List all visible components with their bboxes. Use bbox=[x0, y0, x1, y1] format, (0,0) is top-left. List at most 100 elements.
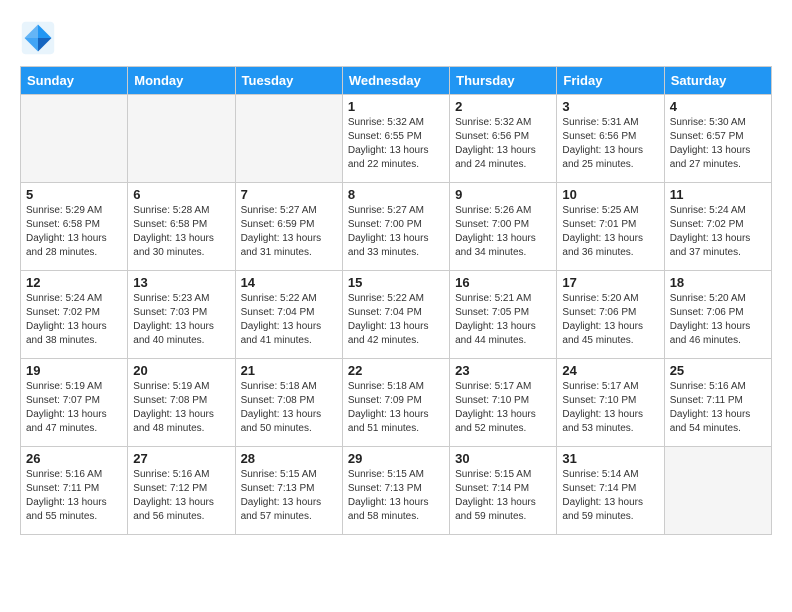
calendar-cell: 26Sunrise: 5:16 AMSunset: 7:11 PMDayligh… bbox=[21, 447, 128, 535]
day-number: 10 bbox=[562, 187, 658, 202]
day-info: Sunrise: 5:26 AMSunset: 7:00 PMDaylight:… bbox=[455, 204, 551, 260]
day-number: 7 bbox=[241, 187, 337, 202]
day-info: Sunrise: 5:22 AMSunset: 7:04 PMDaylight:… bbox=[241, 292, 337, 348]
day-number: 3 bbox=[562, 99, 658, 114]
calendar-cell: 24 Sunrise: 5:17 AMSunset: 7:10 PMDayligh… bbox=[557, 359, 664, 447]
day-info: Sunrise: 5:21 AMSunset: 7:05 PMDaylight:… bbox=[455, 292, 551, 348]
calendar-cell: 8 Sunrise: 5:27 AMSunset: 7:00 PMDaylight… bbox=[342, 183, 449, 271]
calendar-cell: 17 Sunrise: 5:20 AMSunset: 7:06 PMDayligh… bbox=[557, 271, 664, 359]
day-info: Sunrise: 5:16 AMSunset: 7:11 PMDaylight:… bbox=[670, 380, 766, 436]
day-info: Sunrise: 5:20 AMSunset: 7:06 PMDaylight:… bbox=[562, 292, 658, 348]
day-number: 27 bbox=[133, 451, 229, 466]
calendar-cell: 6Sunrise: 5:28 AMSunset: 6:58 PMDaylight… bbox=[128, 183, 235, 271]
calendar-cell: 15 Sunrise: 5:22 AMSunset: 7:04 PMDayligh… bbox=[342, 271, 449, 359]
day-info: Sunrise: 5:19 AMSunset: 7:07 PMDaylight:… bbox=[26, 380, 122, 436]
day-number: 5 bbox=[26, 187, 122, 202]
day-header-wednesday: Wednesday bbox=[342, 67, 449, 95]
calendar-cell: 12 Sunrise: 5:24 AMSunset: 7:02 PMDayligh… bbox=[21, 271, 128, 359]
day-info: Sunrise: 5:24 AMSunset: 7:02 PMDaylight:… bbox=[26, 292, 122, 348]
day-number: 1 bbox=[348, 99, 444, 114]
day-info: Sunrise: 5:17 AMSunset: 7:10 PMDaylight:… bbox=[562, 380, 658, 436]
day-info: Sunrise: 5:32 AMSunset: 6:56 PMDaylight:… bbox=[455, 116, 551, 172]
day-info: Sunrise: 5:31 AMSunset: 6:56 PMDaylight:… bbox=[562, 116, 658, 172]
day-header-sunday: Sunday bbox=[21, 67, 128, 95]
day-info: Sunrise: 5:15 AMSunset: 7:14 PMDaylight:… bbox=[455, 468, 551, 524]
calendar-cell: 21 Sunrise: 5:18 AMSunset: 7:08 PMDayligh… bbox=[235, 359, 342, 447]
day-info: Sunrise: 5:15 AMSunset: 7:13 PMDaylight:… bbox=[348, 468, 444, 524]
day-info: Sunrise: 5:20 AMSunset: 7:06 PMDaylight:… bbox=[670, 292, 766, 348]
day-info: Sunrise: 5:18 AMSunset: 7:08 PMDaylight:… bbox=[241, 380, 337, 436]
day-info: Sunrise: 5:15 AMSunset: 7:13 PMDaylight:… bbox=[241, 468, 337, 524]
day-number: 17 bbox=[562, 275, 658, 290]
day-info: Sunrise: 5:18 AMSunset: 7:09 PMDaylight:… bbox=[348, 380, 444, 436]
calendar-cell: 1 Sunrise: 5:32 AMSunset: 6:55 PMDaylight… bbox=[342, 95, 449, 183]
day-info: Sunrise: 5:25 AMSunset: 7:01 PMDaylight:… bbox=[562, 204, 658, 260]
calendar-cell: 18 Sunrise: 5:20 AMSunset: 7:06 PMDayligh… bbox=[664, 271, 771, 359]
calendar-cell: 9 Sunrise: 5:26 AMSunset: 7:00 PMDaylight… bbox=[450, 183, 557, 271]
logo bbox=[20, 20, 60, 56]
day-number: 4 bbox=[670, 99, 766, 114]
day-number: 16 bbox=[455, 275, 551, 290]
calendar-cell: 7 Sunrise: 5:27 AMSunset: 6:59 PMDaylight… bbox=[235, 183, 342, 271]
day-header-friday: Friday bbox=[557, 67, 664, 95]
day-number: 8 bbox=[348, 187, 444, 202]
day-number: 25 bbox=[670, 363, 766, 378]
calendar-cell: 27 Sunrise: 5:16 AMSunset: 7:12 PMDayligh… bbox=[128, 447, 235, 535]
day-info: Sunrise: 5:29 AMSunset: 6:58 PMDaylight:… bbox=[26, 204, 122, 260]
day-info: Sunrise: 5:22 AMSunset: 7:04 PMDaylight:… bbox=[348, 292, 444, 348]
day-number: 12 bbox=[26, 275, 122, 290]
day-number: 9 bbox=[455, 187, 551, 202]
day-number: 11 bbox=[670, 187, 766, 202]
day-number: 14 bbox=[241, 275, 337, 290]
calendar-cell: 29Sunrise: 5:15 AMSunset: 7:13 PMDayligh… bbox=[342, 447, 449, 535]
week-row-4: 19 Sunrise: 5:19 AMSunset: 7:07 PMDayligh… bbox=[21, 359, 772, 447]
day-number: 24 bbox=[562, 363, 658, 378]
day-number: 20 bbox=[133, 363, 229, 378]
day-header-thursday: Thursday bbox=[450, 67, 557, 95]
day-number: 21 bbox=[241, 363, 337, 378]
day-number: 18 bbox=[670, 275, 766, 290]
calendar-cell bbox=[128, 95, 235, 183]
logo-icon bbox=[20, 20, 56, 56]
day-info: Sunrise: 5:27 AMSunset: 6:59 PMDaylight:… bbox=[241, 204, 337, 260]
calendar-cell bbox=[664, 447, 771, 535]
day-info: Sunrise: 5:23 AMSunset: 7:03 PMDaylight:… bbox=[133, 292, 229, 348]
calendar-cell: 3 Sunrise: 5:31 AMSunset: 6:56 PMDaylight… bbox=[557, 95, 664, 183]
calendar-cell: 4 Sunrise: 5:30 AMSunset: 6:57 PMDaylight… bbox=[664, 95, 771, 183]
calendar-cell: 16 Sunrise: 5:21 AMSunset: 7:05 PMDayligh… bbox=[450, 271, 557, 359]
calendar-cell: 10 Sunrise: 5:25 AMSunset: 7:01 PMDayligh… bbox=[557, 183, 664, 271]
calendar-cell: 28 Sunrise: 5:15 AMSunset: 7:13 PMDayligh… bbox=[235, 447, 342, 535]
week-row-1: 1 Sunrise: 5:32 AMSunset: 6:55 PMDaylight… bbox=[21, 95, 772, 183]
week-row-2: 5 Sunrise: 5:29 AMSunset: 6:58 PMDaylight… bbox=[21, 183, 772, 271]
calendar-table: SundayMondayTuesdayWednesdayThursdayFrid… bbox=[20, 66, 772, 535]
day-number: 15 bbox=[348, 275, 444, 290]
calendar-cell: 30 Sunrise: 5:15 AMSunset: 7:14 PMDayligh… bbox=[450, 447, 557, 535]
day-number: 19 bbox=[26, 363, 122, 378]
calendar-cell: 13Sunrise: 5:23 AMSunset: 7:03 PMDayligh… bbox=[128, 271, 235, 359]
calendar-cell: 23Sunrise: 5:17 AMSunset: 7:10 PMDayligh… bbox=[450, 359, 557, 447]
day-header-tuesday: Tuesday bbox=[235, 67, 342, 95]
calendar-cell: 19 Sunrise: 5:19 AMSunset: 7:07 PMDayligh… bbox=[21, 359, 128, 447]
day-info: Sunrise: 5:27 AMSunset: 7:00 PMDaylight:… bbox=[348, 204, 444, 260]
week-row-5: 26Sunrise: 5:16 AMSunset: 7:11 PMDayligh… bbox=[21, 447, 772, 535]
calendar-cell: 22 Sunrise: 5:18 AMSunset: 7:09 PMDayligh… bbox=[342, 359, 449, 447]
day-info: Sunrise: 5:32 AMSunset: 6:55 PMDaylight:… bbox=[348, 116, 444, 172]
calendar-cell: 2 Sunrise: 5:32 AMSunset: 6:56 PMDaylight… bbox=[450, 95, 557, 183]
day-info: Sunrise: 5:30 AMSunset: 6:57 PMDaylight:… bbox=[670, 116, 766, 172]
calendar-cell: 25 Sunrise: 5:16 AMSunset: 7:11 PMDayligh… bbox=[664, 359, 771, 447]
day-info: Sunrise: 5:16 AMSunset: 7:12 PMDaylight:… bbox=[133, 468, 229, 524]
day-header-monday: Monday bbox=[128, 67, 235, 95]
week-row-3: 12 Sunrise: 5:24 AMSunset: 7:02 PMDayligh… bbox=[21, 271, 772, 359]
calendar-cell: 20Sunrise: 5:19 AMSunset: 7:08 PMDayligh… bbox=[128, 359, 235, 447]
day-info: Sunrise: 5:28 AMSunset: 6:58 PMDaylight:… bbox=[133, 204, 229, 260]
day-number: 26 bbox=[26, 451, 122, 466]
day-number: 28 bbox=[241, 451, 337, 466]
calendar-cell: 5 Sunrise: 5:29 AMSunset: 6:58 PMDaylight… bbox=[21, 183, 128, 271]
day-number: 30 bbox=[455, 451, 551, 466]
day-number: 22 bbox=[348, 363, 444, 378]
page-header bbox=[20, 20, 772, 56]
calendar-header-row: SundayMondayTuesdayWednesdayThursdayFrid… bbox=[21, 67, 772, 95]
day-number: 31 bbox=[562, 451, 658, 466]
day-number: 2 bbox=[455, 99, 551, 114]
day-info: Sunrise: 5:14 AMSunset: 7:14 PMDaylight:… bbox=[562, 468, 658, 524]
